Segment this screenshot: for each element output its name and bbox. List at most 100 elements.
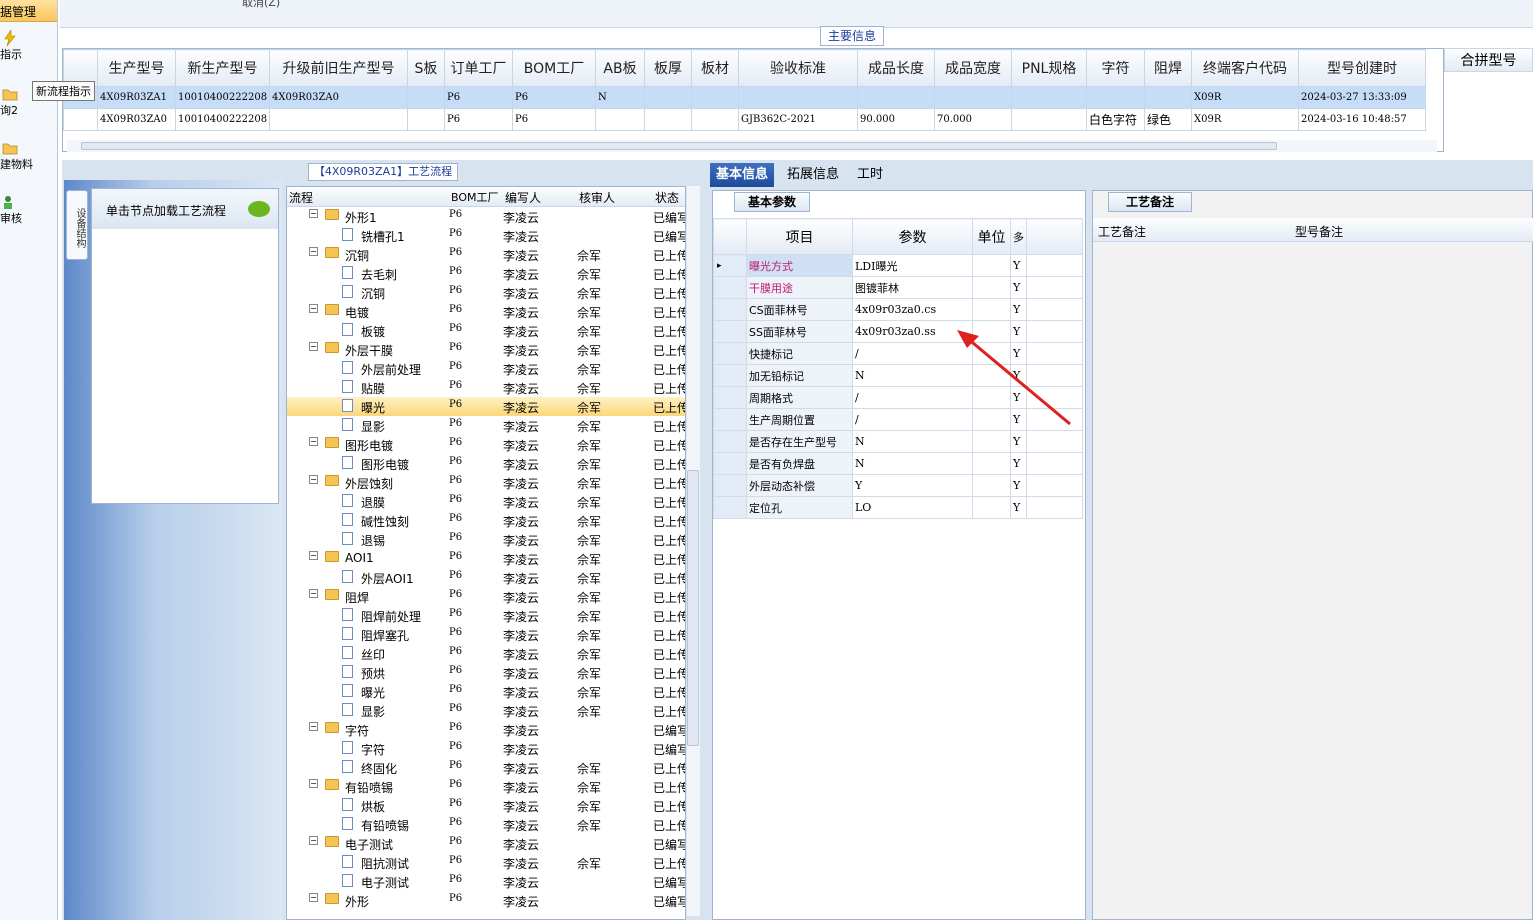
tree-node[interactable]: 图形电镀 P6 李凌云 佘军 已上传 bbox=[287, 454, 685, 473]
row-header[interactable] bbox=[713, 320, 747, 343]
tree-node[interactable]: 阻抗测试 P6 李凌云 佘军 已上传 bbox=[287, 853, 685, 872]
tree-node[interactable]: − 外层蚀刻 P6 李凌云 佘军 已上传 bbox=[287, 473, 685, 492]
grid-col-header[interactable]: AB板 bbox=[595, 49, 645, 87]
grid-col-header[interactable]: 新生产型号 bbox=[175, 49, 270, 87]
param-row[interactable]: ▸ 曝光方式 LDI曝光 Y bbox=[713, 254, 1083, 277]
grid-col-header[interactable]: S板 bbox=[407, 49, 445, 87]
param-param[interactable]: Y bbox=[852, 474, 973, 497]
tree-node[interactable]: 终固化 P6 李凌云 佘军 已上传 bbox=[287, 758, 685, 777]
nav-item-material[interactable]: 建物料 bbox=[0, 140, 57, 172]
table-row[interactable]: 4X09R03ZA1 10010400222208 4X09R03ZA0 P6 P6 N X… bbox=[63, 86, 1426, 109]
table-cell[interactable]: N bbox=[595, 86, 645, 109]
grid-col-header[interactable]: 验收标准 bbox=[738, 49, 858, 87]
row-header[interactable] bbox=[713, 276, 747, 299]
table-cell[interactable] bbox=[407, 108, 445, 131]
row-header[interactable] bbox=[713, 496, 747, 519]
tree-node[interactable]: 曝光 P6 李凌云 佘军 已上传 bbox=[287, 682, 685, 701]
table-cell[interactable]: GJB362C-2021 bbox=[738, 108, 858, 131]
table-cell[interactable]: 90.000 bbox=[857, 108, 935, 131]
table-cell[interactable]: P6 bbox=[512, 86, 596, 109]
param-param[interactable]: LDI曝光 bbox=[852, 254, 973, 277]
tree-node[interactable]: 铣槽孔1 P6 李凌云 已编写 bbox=[287, 226, 685, 245]
param-param[interactable]: N bbox=[852, 430, 973, 453]
table-cell[interactable]: 4X09R03ZA1 bbox=[97, 86, 176, 109]
tree-node[interactable]: 字符 P6 李凌云 已编写 bbox=[287, 739, 685, 758]
table-cell[interactable]: X09R bbox=[1191, 108, 1299, 131]
tree-node[interactable]: 贴膜 P6 李凌云 佘军 已上传 bbox=[287, 378, 685, 397]
grid-col-header[interactable]: 型号创建时 bbox=[1298, 49, 1426, 87]
tree-node[interactable]: − AOI1 P6 李凌云 佘军 已上传 bbox=[287, 549, 685, 568]
tree-node[interactable]: − 阻焊 P6 李凌云 佘军 已上传 bbox=[287, 587, 685, 606]
param-row[interactable]: 是否有负焊盘 N Y bbox=[713, 452, 1083, 475]
vertical-tab[interactable]: 设备结构 bbox=[66, 190, 88, 260]
tree-node[interactable]: 沉铜 P6 李凌云 佘军 已上传 bbox=[287, 283, 685, 302]
param-row[interactable]: 干膜用途 图镀菲林 Y bbox=[713, 276, 1083, 299]
table-cell[interactable] bbox=[1011, 86, 1087, 109]
tree-node[interactable]: 阻焊前处理 P6 李凌云 佘军 已上传 bbox=[287, 606, 685, 625]
table-cell[interactable]: 10010400222208 bbox=[175, 86, 270, 109]
grid-col-header[interactable]: 阻焊 bbox=[1144, 49, 1192, 87]
subtab-basic-params[interactable]: 基本参数 bbox=[734, 192, 810, 212]
cancel-button[interactable]: 取消(Z) bbox=[242, 0, 280, 10]
tree-node[interactable]: 外层AOI1 P6 李凌云 佘军 已上传 bbox=[287, 568, 685, 587]
grid-col-header[interactable]: BOM工厂 bbox=[512, 49, 596, 87]
row-header[interactable] bbox=[713, 364, 747, 387]
tree-node[interactable]: − 字符 P6 李凌云 已编写 bbox=[287, 720, 685, 739]
grid-col-header[interactable]: 生产型号 bbox=[97, 49, 176, 87]
tree-node[interactable]: − 外层干膜 P6 李凌云 佘军 已上传 bbox=[287, 340, 685, 359]
grid-col-header[interactable]: 成品宽度 bbox=[934, 49, 1012, 87]
grid-col-header[interactable]: PNL规格 bbox=[1011, 49, 1087, 87]
param-param[interactable]: 4x09r03za0.cs bbox=[852, 298, 973, 321]
collapse-icon[interactable]: − bbox=[309, 893, 318, 902]
tree-node[interactable]: 外层前处理 P6 李凌云 佘军 已上传 bbox=[287, 359, 685, 378]
horizontal-scrollbar[interactable] bbox=[67, 140, 1437, 152]
param-row[interactable]: 定位孔 LO Y bbox=[713, 496, 1083, 519]
table-cell[interactable] bbox=[407, 86, 445, 109]
grid-col-header[interactable]: 板厚 bbox=[644, 49, 692, 87]
param-param[interactable]: LO bbox=[852, 496, 973, 519]
table-cell[interactable]: 4X09R03ZA0 bbox=[269, 86, 408, 109]
tree-node[interactable]: − 有铅喷锡 P6 李凌云 佘军 已上传 bbox=[287, 777, 685, 796]
nav-header[interactable]: 据管理 bbox=[0, 0, 57, 22]
tree-node[interactable]: 曝光 P6 李凌云 佘军 已上传 bbox=[287, 397, 685, 416]
collapse-icon[interactable]: − bbox=[309, 551, 318, 560]
tree-node[interactable]: − 图形电镀 P6 李凌云 佘军 已上传 bbox=[287, 435, 685, 454]
tree-node[interactable]: 板镀 P6 李凌云 佘军 已上传 bbox=[287, 321, 685, 340]
table-cell[interactable] bbox=[934, 86, 1012, 109]
tree-node[interactable]: 烘板 P6 李凌云 佘军 已上传 bbox=[287, 796, 685, 815]
tree-node[interactable]: 退锡 P6 李凌云 佘军 已上传 bbox=[287, 530, 685, 549]
param-row[interactable]: 是否存在生产型号 N Y bbox=[713, 430, 1083, 453]
row-header[interactable] bbox=[713, 430, 747, 453]
grid-col-header[interactable]: 成品长度 bbox=[857, 49, 935, 87]
row-header[interactable] bbox=[63, 108, 98, 131]
table-cell[interactable] bbox=[857, 86, 935, 109]
tree-node[interactable]: − 电镀 P6 李凌云 佘军 已上传 bbox=[287, 302, 685, 321]
table-cell[interactable]: X09R bbox=[1191, 86, 1299, 109]
grid-col-header[interactable]: 字符 bbox=[1086, 49, 1145, 87]
table-cell[interactable]: 白色字符 bbox=[1086, 108, 1145, 131]
table-cell[interactable]: P6 bbox=[444, 86, 513, 109]
collapse-icon[interactable]: − bbox=[309, 342, 318, 351]
tree-node[interactable]: 去毛刺 P6 李凌云 佘军 已上传 bbox=[287, 264, 685, 283]
table-cell[interactable] bbox=[644, 86, 692, 109]
tree-node[interactable]: 预烘 P6 李凌云 佘军 已上传 bbox=[287, 663, 685, 682]
param-row[interactable]: 外层动态补偿 Y Y bbox=[713, 474, 1083, 497]
collapse-icon[interactable]: − bbox=[309, 209, 318, 218]
collapse-icon[interactable]: − bbox=[309, 722, 318, 731]
tab-extended[interactable]: 拓展信息 bbox=[781, 163, 845, 187]
table-cell[interactable] bbox=[691, 86, 739, 109]
tree-node[interactable]: 显影 P6 李凌云 佘军 已上传 bbox=[287, 416, 685, 435]
collapse-icon[interactable]: − bbox=[309, 437, 318, 446]
row-header[interactable] bbox=[713, 342, 747, 365]
table-cell[interactable] bbox=[1144, 86, 1192, 109]
table-cell[interactable] bbox=[269, 108, 408, 131]
table-cell[interactable] bbox=[1086, 86, 1145, 109]
param-row[interactable]: CS面菲林号 4x09r03za0.cs Y bbox=[713, 298, 1083, 321]
tree-node[interactable]: 显影 P6 李凌云 佘军 已上传 bbox=[287, 701, 685, 720]
tree-node[interactable]: 碱性蚀刻 P6 李凌云 佘军 已上传 bbox=[287, 511, 685, 530]
nav-item-instruction[interactable]: 指示 bbox=[0, 30, 57, 62]
table-cell[interactable]: 10010400222208 bbox=[175, 108, 270, 131]
collapse-icon[interactable]: − bbox=[309, 589, 318, 598]
table-cell[interactable]: P6 bbox=[512, 108, 596, 131]
tab-process-remark[interactable]: 工艺备注 bbox=[1108, 192, 1192, 212]
